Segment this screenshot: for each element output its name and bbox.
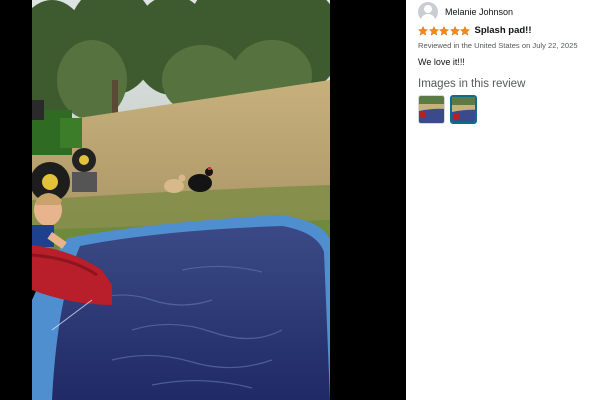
star-icon (439, 25, 449, 36)
reviewer-name[interactable]: Melanie Johnson (445, 7, 513, 17)
review-image-thumbnails (418, 95, 482, 124)
star-icon (460, 25, 470, 36)
review-image-thumbnail[interactable] (418, 95, 445, 124)
star-icon (428, 25, 439, 36)
reviewer-profile[interactable]: Melanie Johnson (418, 1, 513, 23)
star-rating (418, 25, 471, 36)
review-title: Splash pad!! (474, 25, 532, 36)
user-avatar-icon (418, 2, 438, 22)
star-icon (449, 25, 460, 36)
media-viewer (0, 0, 406, 400)
review-date: Reviewed in the United States on July 22… (418, 41, 578, 50)
review-body: We love it!!! (418, 57, 465, 67)
review-photo (32, 0, 330, 400)
images-heading: Images in this review (418, 78, 526, 90)
rating-row: Splash pad!! (418, 25, 532, 36)
star-icon (418, 25, 428, 36)
review-panel: Melanie Johnson Splash pad!! Reviewed in… (406, 0, 600, 400)
review-image-thumbnail[interactable] (450, 95, 477, 124)
